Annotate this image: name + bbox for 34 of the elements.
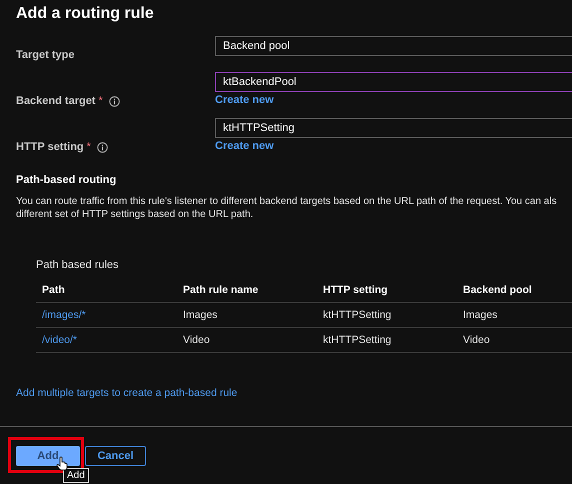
column-header: Backend pool [463, 284, 533, 296]
field-label: Target type [16, 49, 74, 61]
select-field[interactable]: Backend pool [215, 36, 572, 56]
table-cell-text: Images [463, 309, 498, 321]
cancel-button[interactable]: Cancel [85, 446, 146, 466]
info-icon[interactable] [96, 142, 108, 152]
field-label: HTTP setting [16, 141, 84, 153]
select-field[interactable]: ktBackendPool [215, 72, 572, 92]
hand-cursor-icon [56, 456, 68, 471]
info-icon[interactable] [108, 96, 120, 106]
tooltip: Add [63, 468, 89, 483]
column-header: HTTP setting [323, 284, 389, 296]
section-heading: Path-based routing [16, 174, 118, 187]
table-title: Path based rules [36, 259, 120, 272]
description-text: different set of HTTP settings based on the URL path. [16, 208, 254, 221]
required-mark: * [98, 95, 103, 107]
table-cell-text: ktHTTPSetting [323, 309, 392, 321]
table-cell-text: ktHTTPSetting [323, 334, 392, 346]
add-button[interactable]: Add [16, 446, 80, 466]
add-targets-link[interactable]: Add multiple targets to create a path-based rule [16, 387, 238, 400]
path-link[interactable]: /video/* [42, 334, 78, 346]
column-header: Path rule name [183, 284, 260, 296]
create-new-link[interactable]: Create new [215, 94, 274, 106]
table-cell-text: Images [183, 309, 218, 321]
table-cell-text: Video [463, 334, 491, 346]
column-header: Path [42, 284, 66, 296]
description-text: You can route traffic from this rule's listener to different backend targets based on the URL path of the request. You can als [16, 195, 558, 208]
required-mark: * [86, 141, 91, 153]
path-link[interactable]: /images/* [42, 309, 86, 321]
create-new-link[interactable]: Create new [215, 140, 274, 152]
dialog-title: Add a routing rule [16, 4, 155, 24]
field-label: Backend target [16, 95, 96, 107]
select-field[interactable]: ktHTTPSetting [215, 118, 572, 138]
table-cell-text: Video [183, 334, 211, 346]
